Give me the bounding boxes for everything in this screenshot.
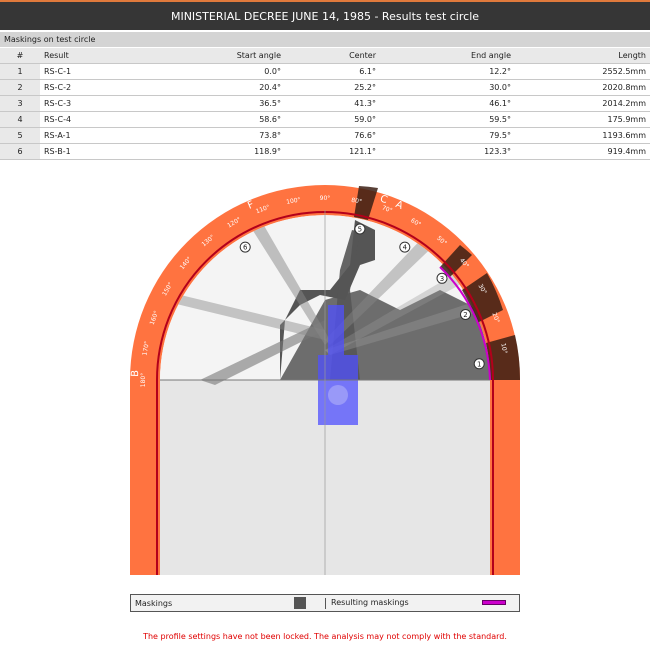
legend-resulting-swatch: [482, 600, 506, 605]
cell-index: 2: [0, 79, 40, 96]
masking-marker: 2: [460, 309, 471, 320]
cell-index: 5: [0, 127, 40, 144]
col-header-length[interactable]: Length: [515, 48, 650, 64]
cell-end-angle: 59.5°: [380, 111, 515, 128]
cell-start-angle: 73.8°: [160, 127, 285, 144]
section-label: Maskings on test circle: [0, 32, 650, 47]
cell-length: 2552.5mm: [515, 63, 650, 80]
cell-end-angle: 123.3°: [380, 143, 515, 160]
cell-length: 1193.6mm: [515, 127, 650, 144]
cell-result: RS-C-2: [40, 79, 160, 96]
ring-tick-label: 90°: [320, 195, 331, 202]
cell-center: 41.3°: [285, 95, 380, 112]
masking-marker-number: 2: [463, 311, 467, 319]
cell-start-angle: 0.0°: [160, 63, 285, 80]
cell-index: 1: [0, 63, 40, 80]
cell-length: 2020.8mm: [515, 79, 650, 96]
cell-length: 919.4mm: [515, 143, 650, 160]
col-header-index[interactable]: #: [0, 48, 40, 64]
cell-center: 6.1°: [285, 63, 380, 80]
cell-start-angle: 20.4°: [160, 79, 285, 96]
masking-marker-number: 5: [358, 226, 362, 234]
cell-length: 2014.2mm: [515, 95, 650, 112]
legend-separator: [325, 598, 326, 609]
test-circle-diagram: 10°20°30°40°50°60°70°80°90°100°110°120°1…: [130, 185, 521, 575]
masking-marker: 4: [399, 241, 411, 253]
cell-center: 25.2°: [285, 79, 380, 96]
cell-length: 175.9mm: [515, 111, 650, 128]
masking-marker: 1: [473, 358, 485, 370]
cell-center: 76.6°: [285, 127, 380, 144]
legend-maskings-swatch: [294, 597, 306, 609]
zone-letter: B: [130, 370, 141, 377]
cell-center: 59.0°: [285, 111, 380, 128]
col-header-center[interactable]: Center: [285, 48, 380, 64]
cell-start-angle: 58.6°: [160, 111, 285, 128]
cell-end-angle: 46.1°: [380, 95, 515, 112]
table-header-row: # Result Start angle Center End angle Le…: [0, 48, 650, 64]
cell-result: RS-B-1: [40, 143, 160, 160]
masking-marker: 6: [239, 241, 251, 253]
masking-marker: 3: [436, 272, 448, 284]
window-title: MINISTERIAL DECREE JUNE 14, 1985 - Resul…: [0, 0, 650, 30]
table-row[interactable]: 6 RS-B-1 118.9° 121.1° 123.3° 919.4mm: [0, 143, 650, 160]
col-header-start-angle[interactable]: Start angle: [160, 48, 285, 64]
cell-end-angle: 79.5°: [380, 127, 515, 144]
cell-index: 3: [0, 95, 40, 112]
cell-result: RS-C-1: [40, 63, 160, 80]
cell-end-angle: 12.2°: [380, 63, 515, 80]
masking-marker-number: 1: [477, 360, 481, 368]
masking-marker-number: 4: [403, 244, 408, 252]
cell-center: 121.1°: [285, 143, 380, 160]
cell-start-angle: 36.5°: [160, 95, 285, 112]
legend-resulting-label: Resulting maskings: [331, 598, 409, 607]
legend-maskings-label: Maskings: [135, 598, 173, 608]
col-header-end-angle[interactable]: End angle: [380, 48, 515, 64]
cell-index: 6: [0, 143, 40, 160]
masking-marker-number: 3: [440, 275, 444, 283]
cell-start-angle: 118.9°: [160, 143, 285, 160]
results-table: # Result Start angle Center End angle Le…: [0, 48, 650, 160]
masking-marker-number: 6: [243, 244, 248, 252]
masking-marker: 5: [354, 223, 366, 235]
cell-result: RS-C-3: [40, 95, 160, 112]
cell-result: RS-A-1: [40, 127, 160, 144]
table-row[interactable]: 2 RS-C-2 20.4° 25.2° 30.0° 2020.8mm: [0, 79, 650, 96]
col-header-result[interactable]: Result: [40, 48, 160, 64]
warning-message: The profile settings have not been locke…: [143, 632, 507, 641]
legend: Maskings Resulting maskings: [130, 594, 520, 612]
cell-result: RS-C-4: [40, 111, 160, 128]
cell-end-angle: 30.0°: [380, 79, 515, 96]
table-row[interactable]: 3 RS-C-3 36.5° 41.3° 46.1° 2014.2mm: [0, 95, 650, 112]
cell-index: 4: [0, 111, 40, 128]
table-row[interactable]: 1 RS-C-1 0.0° 6.1° 12.2° 2552.5mm: [0, 63, 650, 80]
table-row[interactable]: 4 RS-C-4 58.6° 59.0° 59.5° 175.9mm: [0, 111, 650, 128]
table-row[interactable]: 5 RS-A-1 73.8° 76.6° 79.5° 1193.6mm: [0, 127, 650, 144]
